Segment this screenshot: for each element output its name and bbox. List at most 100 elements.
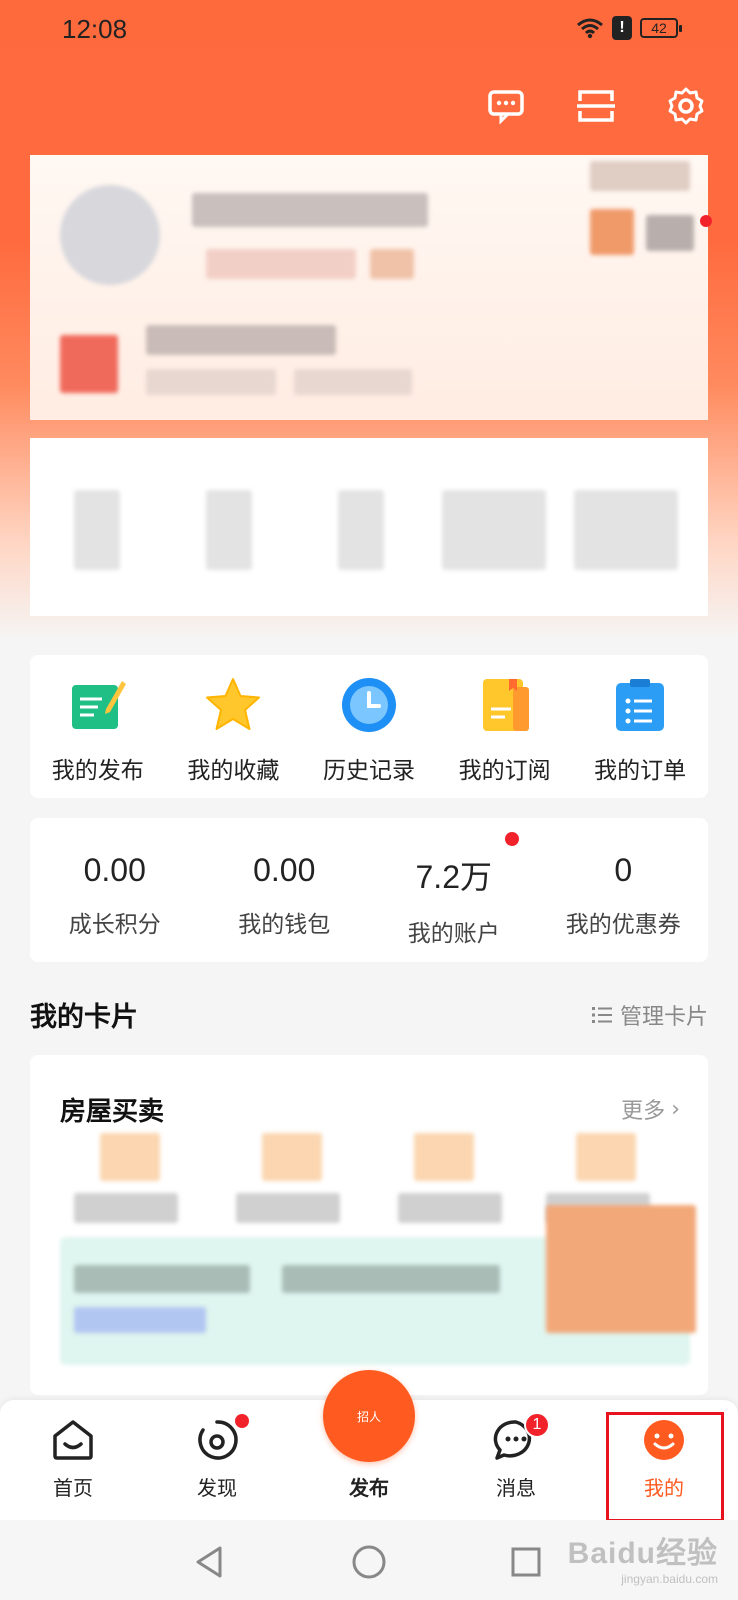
right-badge-redacted[interactable] [590,209,634,255]
more-link[interactable]: 更多 › [621,1093,680,1125]
customer-service-icon[interactable] [484,84,528,128]
quick-item-orders[interactable]: 我的订单 [572,655,708,798]
wallet-label: 我的优惠券 [565,912,681,938]
top-actions [484,84,708,128]
vip-sub-redacted [146,369,276,395]
watermark-sub: jingyan.baidu.com [621,1572,718,1586]
alert-icon: ! [612,16,632,40]
more-label: 更多 [621,1099,666,1124]
wallet-label: 成长积分 [68,912,161,938]
wallet-value: 0.00 [253,852,316,888]
wallet-label: 我的钱包 [238,912,331,938]
edit-document-icon [68,675,128,735]
tab-label: 消息 [496,1476,536,1500]
publish-button[interactable]: 招人 [323,1370,415,1462]
vip-text-redacted [146,325,336,355]
stat-redacted-1[interactable] [74,490,120,570]
status-bar: 12:08 ! 42 [0,0,738,60]
avatar[interactable] [60,185,160,285]
house-trade-card: 房屋买卖 更多 › [30,1055,708,1395]
quick-item-label: 我的订阅 [458,758,551,784]
promo-link-redacted [74,1307,206,1333]
nav-home-icon[interactable] [349,1542,389,1582]
star-icon [203,675,263,735]
wallet-value: 7.2万 [415,859,493,895]
manage-cards-link[interactable]: 管理卡片 [591,999,708,1031]
wallet-item-growth-points[interactable]: 0.00 成长积分 [30,818,200,962]
bookmark-folder-icon [475,675,535,735]
quick-item-history[interactable]: 历史记录 [301,655,437,798]
tab-label: 首页 [53,1476,93,1500]
wallet-item-coupons[interactable]: 0 我的优惠券 [539,818,709,962]
quick-actions-card: 我的发布 我的收藏 历史记录 我的订阅 我的订单 [30,655,708,798]
order-list-icon [610,675,670,735]
quick-item-subscriptions[interactable]: 我的订阅 [437,655,573,798]
list-icon [591,1007,612,1023]
stat-redacted-3[interactable] [338,490,384,570]
quick-item-favorites[interactable]: 我的收藏 [166,655,302,798]
house-label-redacted-2 [236,1193,340,1223]
wallet-item-my-account[interactable]: 7.2万 我的账户 [369,818,539,962]
wallet-card: 0.00 成长积分 0.00 我的钱包 7.2万 我的账户 0 我的优惠券 [30,818,708,962]
house-label-redacted-3 [398,1193,502,1223]
wallet-value: 0.00 [83,852,146,888]
quick-item-my-posts[interactable]: 我的发布 [30,655,166,798]
home-icon [53,1420,93,1460]
stat-redacted-4[interactable] [442,490,546,570]
message-count-badge: 1 [524,1412,550,1438]
wallet-item-my-wallet[interactable]: 0.00 我的钱包 [200,818,370,962]
quick-item-label: 我的订单 [594,758,687,784]
wallet-value: 0 [614,852,633,888]
publish-button-label: 招人 [356,1409,381,1424]
manage-cards-label: 管理卡片 [619,1005,708,1030]
user-tag-redacted [206,249,356,279]
nav-recent-icon[interactable] [506,1542,546,1582]
right-text-redacted [646,215,694,251]
settings-gear-icon[interactable] [664,84,708,128]
stats-card [30,438,708,616]
promo-text-redacted [74,1265,250,1293]
nav-back-icon[interactable] [190,1542,230,1582]
tab-home[interactable]: 首页 [23,1418,123,1501]
user-tag-redacted-2 [370,249,414,279]
username-redacted [192,193,428,227]
watermark: Baidu经验 jingyan.baidu.com [568,1528,718,1586]
notification-dot [505,832,519,846]
quick-item-label: 我的发布 [51,758,144,784]
tab-discover[interactable]: 发现 [167,1414,267,1501]
cards-section-title: 我的卡片 [30,1002,138,1033]
house-card-title: 房屋买卖 [60,1097,165,1127]
house-item-redacted-2[interactable] [262,1133,322,1181]
right-info-redacted [590,161,690,191]
stat-redacted-2[interactable] [206,490,252,570]
notification-dot [235,1414,249,1428]
stat-redacted-5[interactable] [574,490,678,570]
status-icons: ! 42 [576,16,682,40]
wallet-label: 我的账户 [407,921,500,947]
battery-icon: 42 [640,18,682,38]
tab-label: 发布 [349,1476,389,1500]
status-time: 12:08 [62,14,128,44]
scan-icon[interactable] [574,84,618,128]
promo-text-redacted-2 [282,1265,500,1293]
house-item-redacted-1[interactable] [100,1133,160,1181]
vip-sub-redacted-2 [294,369,412,395]
vip-icon-redacted [60,335,118,393]
highlight-annotation [606,1412,724,1522]
quick-item-label: 历史记录 [322,758,415,784]
clock-icon [339,675,399,735]
tab-messages[interactable]: 1 消息 [466,1412,566,1501]
house-label-redacted-1 [74,1193,178,1223]
cards-section-header: 我的卡片 管理卡片 [30,995,708,1035]
chevron-right-icon: › [671,1096,680,1122]
profile-card[interactable] [30,155,712,420]
tab-label: 发现 [197,1476,237,1500]
wifi-icon [577,18,603,39]
house-item-redacted-4[interactable] [576,1133,636,1181]
quick-item-label: 我的收藏 [187,758,280,784]
notification-dot [700,215,712,227]
watermark-main: Baidu经验 [567,1537,718,1570]
discover-icon [198,1420,238,1460]
house-item-redacted-3[interactable] [414,1133,474,1181]
promo-image-redacted [546,1205,696,1333]
